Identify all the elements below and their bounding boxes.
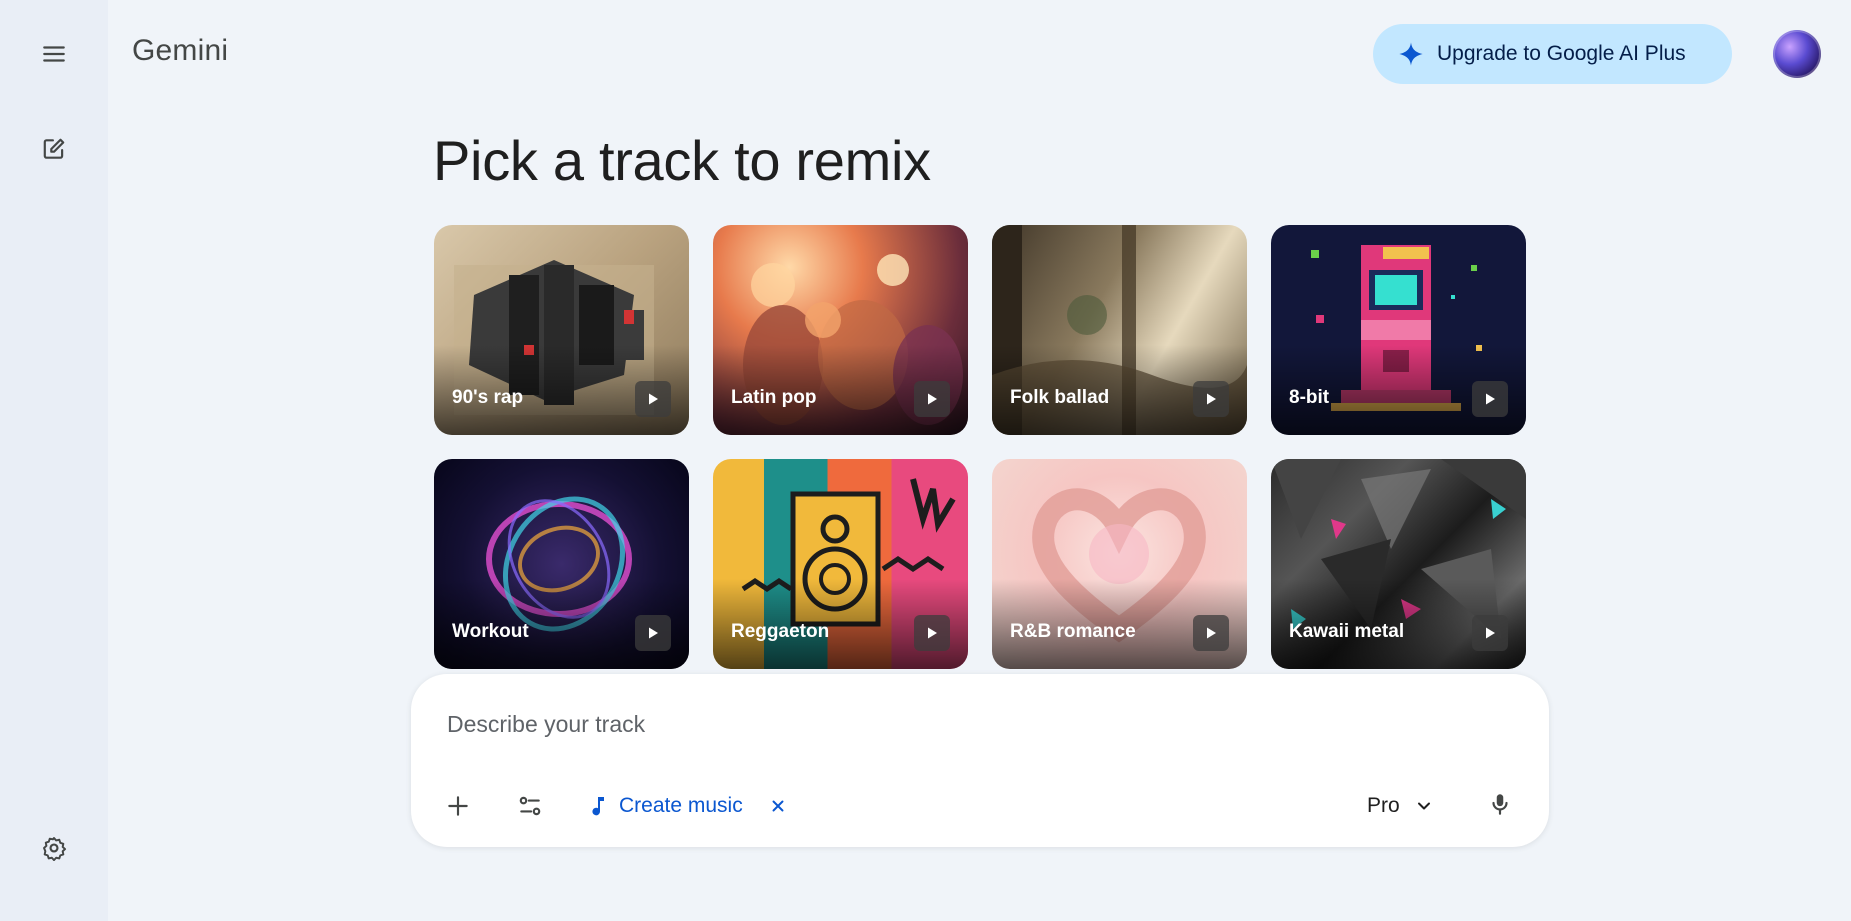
play-button[interactable]: [635, 615, 671, 651]
play-button[interactable]: [1472, 615, 1508, 651]
play-icon: [649, 393, 658, 405]
track-label: R&B romance: [1010, 621, 1136, 642]
page-title: Pick a track to remix: [433, 129, 931, 192]
track-grid: 90's rap Latin pop Folk ballad 8-bit Wor…: [434, 225, 1526, 669]
play-button[interactable]: [914, 615, 950, 651]
play-icon: [649, 627, 658, 639]
play-button[interactable]: [1472, 381, 1508, 417]
mic-icon: [1492, 794, 1508, 815]
new-chat-button[interactable]: [30, 125, 78, 173]
track-label: Workout: [452, 621, 529, 642]
track-card-latin-pop[interactable]: Latin pop: [713, 225, 968, 435]
settings-button[interactable]: [30, 824, 78, 872]
track-label: 8-bit: [1289, 387, 1330, 408]
plus-icon: [448, 796, 468, 816]
chevron-down-icon: [1417, 802, 1430, 810]
track-card-8-bit[interactable]: 8-bit: [1271, 225, 1526, 435]
play-icon: [1207, 627, 1216, 639]
prompt-input[interactable]: [447, 708, 1347, 740]
app-title[interactable]: Gemini: [132, 34, 228, 68]
main-menu-button[interactable]: [30, 30, 78, 78]
gear-icon: [43, 837, 67, 861]
menu-icon: [43, 46, 65, 62]
play-button[interactable]: [1193, 381, 1229, 417]
track-card-folk-ballad[interactable]: Folk ballad: [992, 225, 1247, 435]
track-label: Kawaii metal: [1289, 621, 1405, 642]
tools-button[interactable]: [508, 784, 552, 828]
model-label: Pro: [1367, 794, 1400, 817]
play-icon: [928, 393, 937, 405]
upgrade-label: Upgrade to Google AI Plus: [1437, 42, 1686, 65]
side-rail: [0, 0, 108, 921]
avatar[interactable]: [1773, 30, 1821, 78]
upgrade-button[interactable]: Upgrade to Google AI Plus: [1373, 24, 1732, 84]
prompt-composer: Create music Pro: [411, 674, 1549, 847]
edit-icon: [43, 138, 65, 159]
play-icon: [1207, 393, 1216, 405]
music-note-icon: [592, 797, 604, 816]
track-card-kawaii-metal[interactable]: Kawaii metal: [1271, 459, 1526, 669]
play-button[interactable]: [914, 381, 950, 417]
play-icon: [928, 627, 937, 639]
remove-tool-button[interactable]: [767, 795, 789, 817]
track-label: 90's rap: [452, 387, 524, 408]
track-label: Latin pop: [731, 387, 817, 408]
track-card-reggaeton[interactable]: Reggaeton: [713, 459, 968, 669]
add-button[interactable]: [436, 784, 480, 828]
close-icon: [772, 800, 784, 812]
track-label: Reggaeton: [731, 621, 830, 642]
sparkle-icon: [1399, 42, 1423, 66]
microphone-button[interactable]: [1478, 782, 1522, 826]
create-music-chip[interactable]: Create music: [585, 786, 789, 826]
play-icon: [1486, 627, 1495, 639]
track-card-workout[interactable]: Workout: [434, 459, 689, 669]
play-button[interactable]: [635, 381, 671, 417]
play-icon: [1486, 393, 1495, 405]
tune-icon: [519, 796, 541, 816]
play-button[interactable]: [1193, 615, 1229, 651]
track-card-90s-rap[interactable]: 90's rap: [434, 225, 689, 435]
create-music-label: Create music: [619, 794, 743, 817]
track-card-rnb-romance[interactable]: R&B romance: [992, 459, 1247, 669]
model-selector[interactable]: Pro: [1367, 786, 1434, 826]
track-label: Folk ballad: [1010, 387, 1110, 408]
